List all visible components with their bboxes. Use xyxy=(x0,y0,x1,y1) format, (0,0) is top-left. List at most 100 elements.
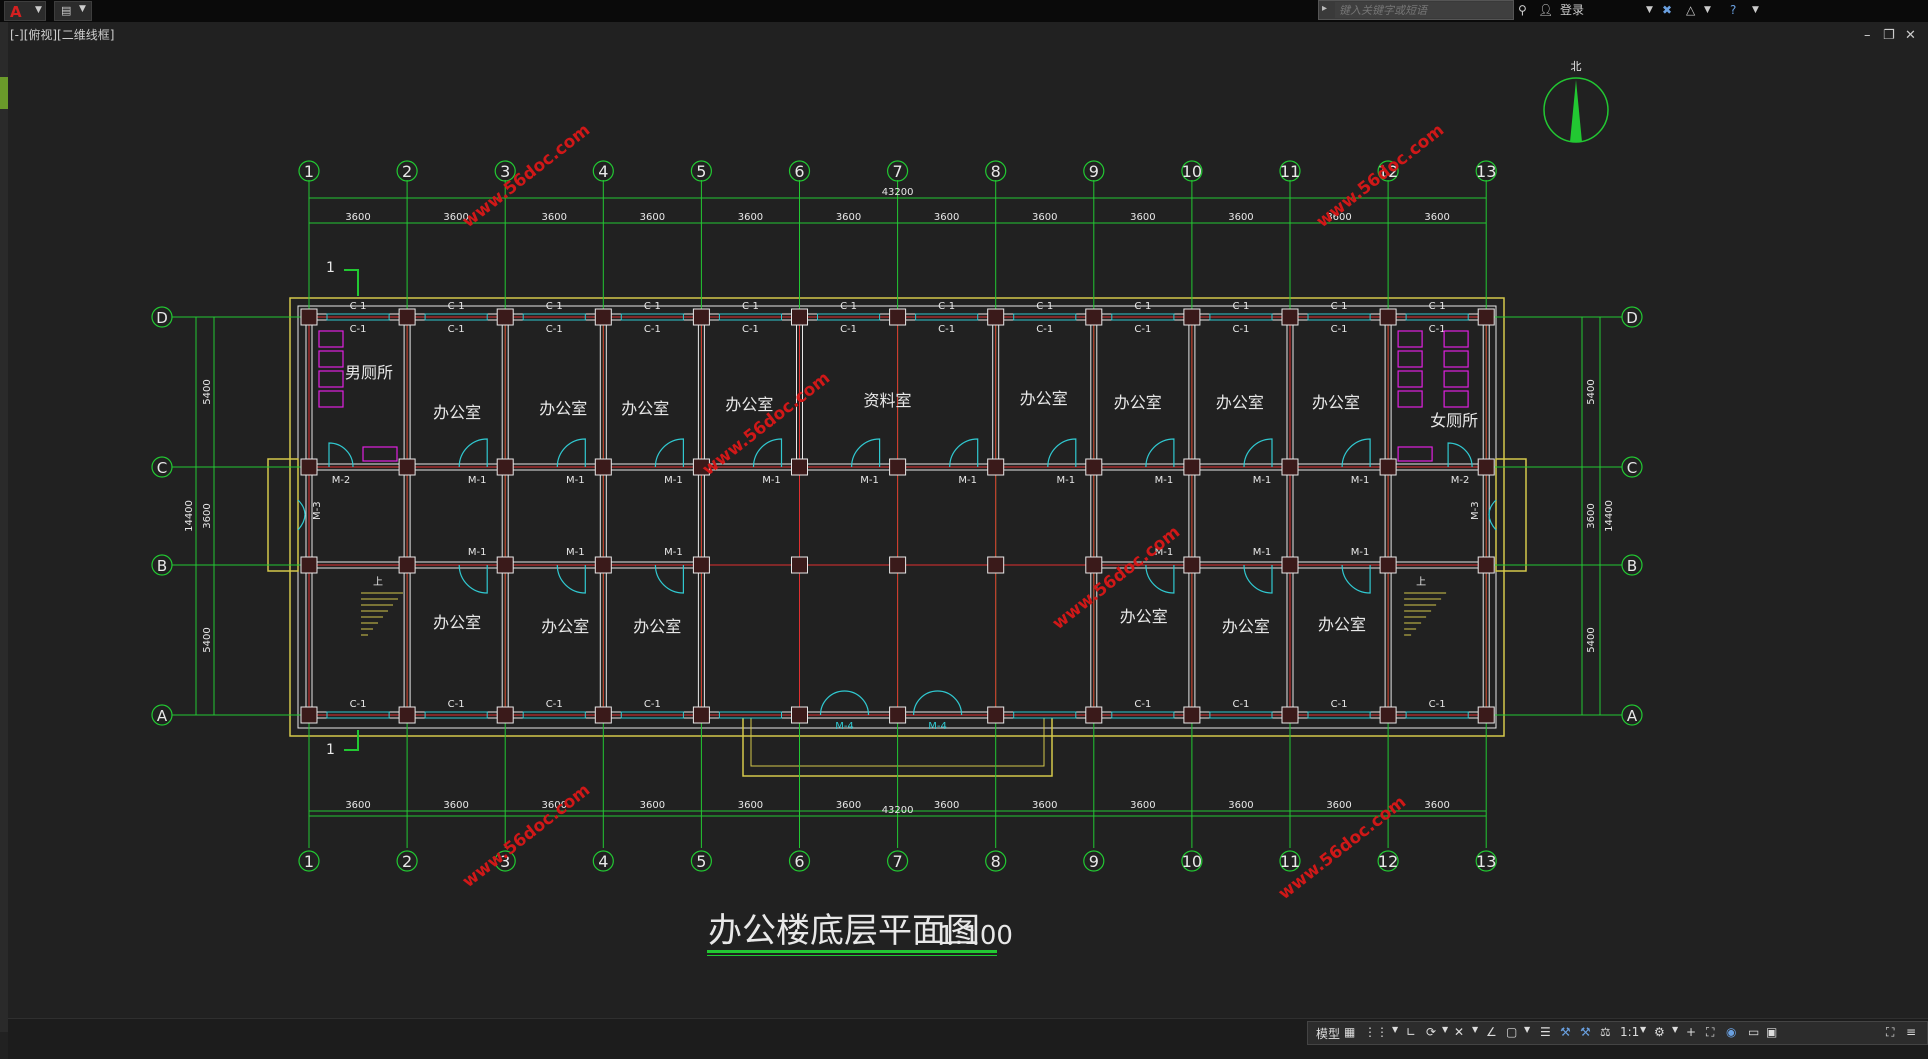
sink-fixture xyxy=(362,446,398,462)
structural-column xyxy=(1281,556,1299,574)
window-tag: C-1 xyxy=(1331,324,1348,335)
axis-label: 6 xyxy=(794,852,804,871)
quick-properties-icon[interactable]: ▣ xyxy=(1766,1025,1777,1039)
auto-scale-icon[interactable]: ⚒ xyxy=(1580,1025,1591,1039)
room-label: 办公室 xyxy=(539,399,587,418)
window-tag: C-1 xyxy=(448,699,465,710)
chevron-down-icon[interactable]: ▼ xyxy=(1472,1025,1478,1034)
axis-label: A xyxy=(157,707,168,725)
axis-label: B xyxy=(157,557,167,575)
grid-icon[interactable]: ▦ xyxy=(1344,1025,1355,1039)
bay-dimension: 3600 xyxy=(738,800,763,811)
axis-label: C xyxy=(1627,459,1637,477)
chevron-down-icon[interactable]: ▼ xyxy=(1640,1025,1646,1034)
window-tag: C-1 xyxy=(350,301,367,312)
building-outline xyxy=(289,297,1505,737)
window-tag: C-1 xyxy=(448,301,465,312)
window-tag: C-1 xyxy=(1331,301,1348,312)
axis-label: D xyxy=(1626,309,1638,327)
structural-column xyxy=(300,556,318,574)
door-tag: M-1 xyxy=(958,475,977,486)
bay-dimension: 3600 xyxy=(1228,800,1253,811)
structural-column xyxy=(398,706,416,724)
window-tag: C-1 xyxy=(1429,324,1446,335)
chevron-down-icon[interactable]: ▼ xyxy=(1392,1025,1398,1034)
hardware-acceleration-icon[interactable]: ◉ xyxy=(1726,1025,1736,1039)
toilet-fixture xyxy=(1443,330,1469,348)
room-label: 办公室 xyxy=(621,399,669,418)
workspace-gear-icon[interactable]: ⚙ xyxy=(1654,1025,1665,1039)
door-tag: M-2 xyxy=(332,475,351,486)
structural-column xyxy=(1183,308,1201,326)
structural-column xyxy=(987,458,1005,476)
structural-column xyxy=(1281,458,1299,476)
toilet-fixture xyxy=(318,350,344,368)
clean-screen-icon[interactable]: ▭ xyxy=(1748,1025,1759,1039)
structural-column xyxy=(1379,308,1397,326)
structural-column xyxy=(1477,308,1495,326)
window-tag: C-1 xyxy=(1429,699,1446,710)
toilet-fixture xyxy=(1443,370,1469,388)
object-snap-tracking-icon[interactable]: ∠ xyxy=(1486,1025,1497,1039)
structural-column xyxy=(1281,308,1299,326)
door-swing xyxy=(851,438,881,468)
annotation-scale-icon[interactable]: ⚖ xyxy=(1600,1025,1611,1039)
isolate-objects-icon[interactable]: ⛶ xyxy=(1706,1025,1714,1040)
structural-column xyxy=(1085,308,1103,326)
chevron-down-icon[interactable]: ▼ xyxy=(1524,1025,1530,1034)
axis-label: 10 xyxy=(1182,162,1202,181)
snap-icon[interactable]: ⋮⋮ xyxy=(1364,1025,1388,1039)
bay-dimension: 3600 xyxy=(738,212,763,223)
structural-column xyxy=(300,706,318,724)
polar-icon[interactable]: ⟳ xyxy=(1426,1025,1436,1039)
structural-column xyxy=(398,556,416,574)
window-tag: C-1 xyxy=(644,324,661,335)
inner-wall-outline xyxy=(297,305,1497,729)
isodraft-icon[interactable]: ✕ xyxy=(1454,1025,1464,1039)
window-tag: C-1 xyxy=(1134,324,1151,335)
door-swing xyxy=(1447,442,1473,468)
object-snap-icon[interactable]: ▢ xyxy=(1506,1025,1517,1039)
chevron-down-icon[interactable]: ▼ xyxy=(1442,1025,1448,1034)
overall-dimension: 43200 xyxy=(882,187,914,198)
door-swing xyxy=(328,442,354,468)
customization-menu-icon[interactable]: ≡ xyxy=(1906,1025,1916,1039)
stair-label: 上 xyxy=(1416,576,1426,588)
door-tag: M-4 xyxy=(928,721,947,732)
segment-dimension: 3600 xyxy=(1586,503,1597,528)
room-label: 办公室 xyxy=(541,617,589,636)
room-label: 女厕所 xyxy=(1430,411,1478,430)
bay-dimension: 3600 xyxy=(1326,800,1351,811)
left-entrance-canopy xyxy=(267,458,299,572)
window-tag: C-1 xyxy=(742,324,759,335)
toilet-fixture xyxy=(1443,350,1469,368)
structural-column xyxy=(1379,556,1397,574)
toilet-fixture xyxy=(1397,350,1423,368)
door-swing xyxy=(1145,564,1175,594)
door-tag: M-1 xyxy=(468,475,487,486)
plus-icon[interactable]: + xyxy=(1686,1025,1696,1039)
axis-label: 7 xyxy=(893,162,903,181)
door-swing xyxy=(556,438,586,468)
annotation-scale-value[interactable]: 1:1 xyxy=(1620,1025,1639,1039)
bay-dimension: 3600 xyxy=(1032,212,1057,223)
drawing-canvas[interactable]: 北 办公楼底层平面图 1:100 C-1C-1C-1C-1C-1C-1C-1C-… xyxy=(0,0,1928,1018)
door-tag: M-1 xyxy=(1056,475,1075,486)
bay-dimension: 3600 xyxy=(934,212,959,223)
model-tab[interactable]: 模型 xyxy=(1316,1025,1340,1042)
axis-label: 7 xyxy=(893,852,903,871)
bay-dimension: 3600 xyxy=(1130,800,1155,811)
section-mark: 1 xyxy=(326,742,335,758)
chevron-down-icon[interactable]: ▼ xyxy=(1672,1025,1678,1034)
annotation-visibility-icon[interactable]: ⚒ xyxy=(1560,1025,1571,1039)
fullscreen-icon[interactable]: ⛶ xyxy=(1886,1025,1894,1040)
lineweight-icon[interactable]: ☰ xyxy=(1540,1025,1551,1039)
structural-column xyxy=(1183,706,1201,724)
axis-label: 8 xyxy=(991,852,1001,871)
status-toolbar: 模型 ▦ ⋮⋮ ▼ ∟ ⟳ ▼ ✕ ▼ ∠ ▢ ▼ ☰ ⚒ ⚒ ⚖ 1:1 ▼ … xyxy=(1307,1021,1928,1045)
room-label: 办公室 xyxy=(1120,607,1168,626)
watermark-text: www.56doc.com xyxy=(459,780,594,892)
toilet-fixture xyxy=(1397,370,1423,388)
structural-column xyxy=(692,308,710,326)
ortho-icon[interactable]: ∟ xyxy=(1406,1025,1416,1039)
